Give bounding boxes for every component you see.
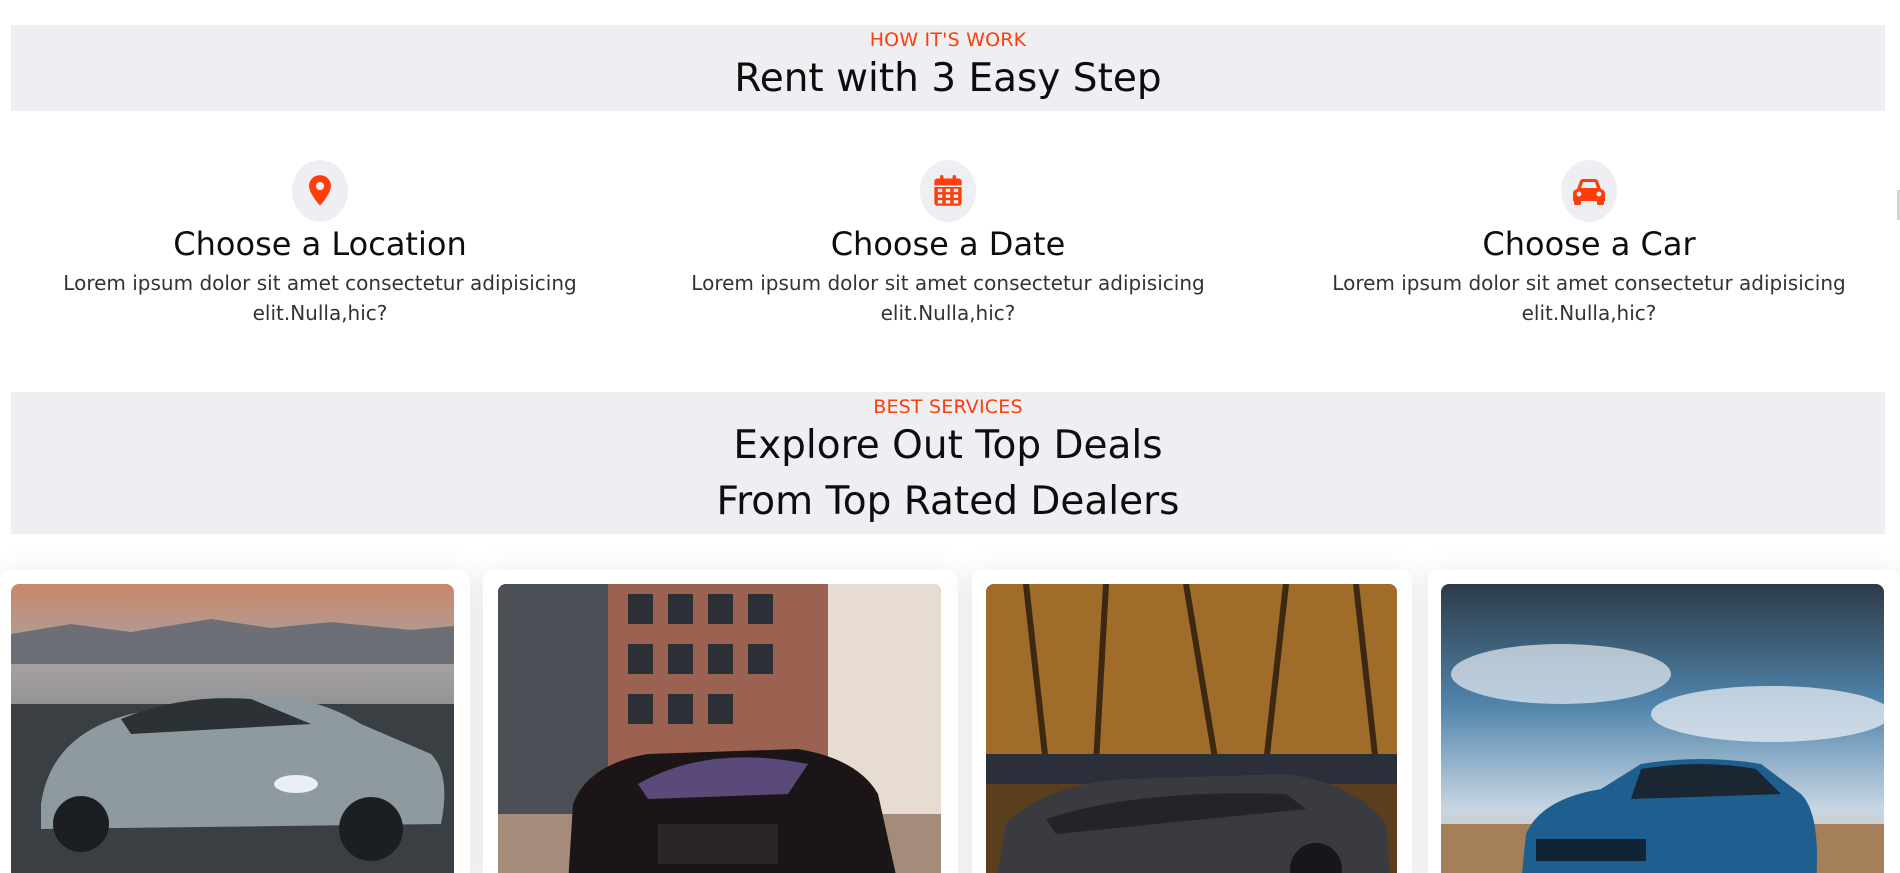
section-eyebrow: BEST SERVICES <box>873 396 1023 418</box>
step-title: Choose a Location <box>173 225 467 263</box>
deal-card-volvo[interactable] <box>1441 584 1884 873</box>
section-eyebrow: HOW IT'S WORK <box>869 29 1027 51</box>
deal-card-mercedes[interactable] <box>498 584 941 873</box>
step-description: Lorem ipsum dolor sit amet consectetur a… <box>1332 271 1846 325</box>
section-heading: Rent with 3 Easy Step <box>734 56 1162 101</box>
car-photo-bmw <box>11 584 454 873</box>
step-choose-location: Choose a Location Lorem ipsum dolor sit … <box>0 160 640 328</box>
deals-grid <box>0 570 1900 873</box>
section-heading-line-2: From Top Rated Dealers <box>716 479 1180 524</box>
step-title: Choose a Date <box>830 225 1066 263</box>
deal-card-bmw[interactable] <box>11 584 454 873</box>
deal-card-rolls-royce[interactable] <box>986 584 1397 873</box>
step-description: Lorem ipsum dolor sit amet consectetur a… <box>63 271 577 325</box>
location-pin-icon <box>292 160 348 222</box>
best-services-header: BEST SERVICES Explore Out Top Deals From… <box>11 392 1885 534</box>
how-it-works-header: HOW IT'S WORK Rent with 3 Easy Step <box>11 25 1885 111</box>
calendar-icon <box>920 160 976 222</box>
step-description: Lorem ipsum dolor sit amet consectetur a… <box>691 271 1205 325</box>
car-photo-volvo <box>1441 584 1884 873</box>
car-icon <box>1561 160 1617 222</box>
step-title: Choose a Car <box>1482 225 1696 263</box>
car-photo-rolls-royce <box>986 584 1397 873</box>
section-heading-line-1: Explore Out Top Deals <box>733 423 1163 468</box>
car-photo-mercedes <box>498 584 941 873</box>
step-choose-car: Choose a Car Lorem ipsum dolor sit amet … <box>1269 160 1900 328</box>
step-choose-date: Choose a Date Lorem ipsum dolor sit amet… <box>628 160 1268 328</box>
steps-row: Choose a Location Lorem ipsum dolor sit … <box>0 160 1900 330</box>
